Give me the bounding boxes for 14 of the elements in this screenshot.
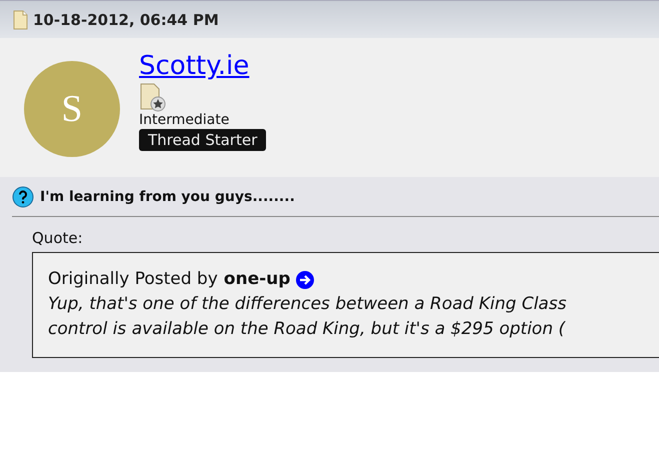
quote-label: Quote: <box>32 229 83 247</box>
quote-author: one-up <box>224 268 290 291</box>
quote-text-line: Yup, that's one of the differences between a Road King Class <box>48 293 566 316</box>
question-icon <box>12 186 34 208</box>
arrow-right-icon[interactable] <box>296 270 314 288</box>
document-icon <box>12 10 29 30</box>
post-title: I'm learning from you guys........ <box>40 189 295 205</box>
quote-text-line: control is available on the Road King, but it's a $295 option ( <box>48 318 566 341</box>
quote-attribution: Originally Posted by <box>48 268 218 291</box>
user-rank: Intermediate <box>139 112 230 129</box>
post-date: 10-18-2012, 06:44 PM <box>33 10 219 28</box>
username-link[interactable]: Scotty.ie <box>139 50 250 82</box>
thread-starter-badge: Thread Starter <box>139 129 266 151</box>
rank-icon <box>139 82 167 112</box>
